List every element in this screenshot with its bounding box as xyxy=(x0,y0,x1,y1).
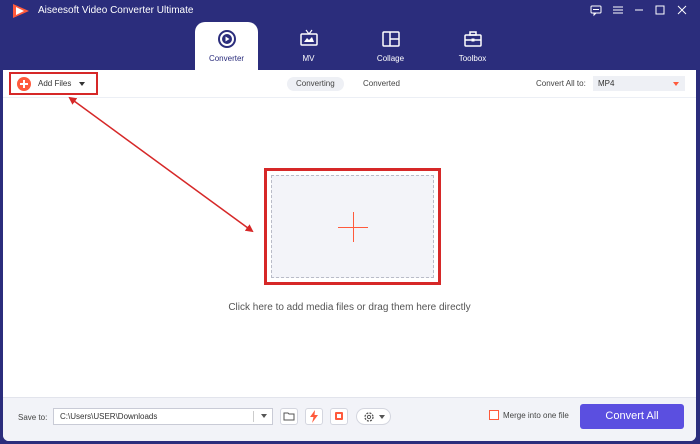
tab-toolbox[interactable]: Toolbox xyxy=(441,22,504,70)
settings-button[interactable] xyxy=(356,408,391,425)
menu-icon[interactable] xyxy=(611,3,625,17)
converter-icon xyxy=(218,30,236,48)
tv-icon xyxy=(300,29,318,46)
save-path-value: C:\Users\USER\Downloads xyxy=(60,412,158,421)
tab-label: MV xyxy=(302,54,315,63)
lightning-off-icon xyxy=(310,410,318,423)
footer-bar: Save to: C:\Users\USER\Downloads Merge i… xyxy=(3,397,696,441)
save-path-select[interactable]: C:\Users\USER\Downloads xyxy=(53,408,273,425)
converter-panel: Add Files Converting Converted Convert A… xyxy=(3,70,696,441)
annotation-arrow xyxy=(68,96,254,233)
save-to-label: Save to: xyxy=(18,413,48,422)
app-logo-icon xyxy=(13,4,29,18)
tab-label: Converter xyxy=(208,54,245,63)
gpu-acceleration-button[interactable] xyxy=(330,408,348,425)
convert-all-button[interactable]: Convert All xyxy=(580,404,684,429)
collage-icon xyxy=(382,31,400,47)
app-title: Aiseesoft Video Converter Ultimate xyxy=(38,5,194,16)
chevron-down-icon[interactable] xyxy=(261,414,267,418)
gpu-off-icon xyxy=(335,412,343,420)
tab-label: Collage xyxy=(376,54,405,63)
toolbox-icon xyxy=(464,31,482,47)
close-icon[interactable] xyxy=(675,3,689,17)
hardware-acceleration-button[interactable] xyxy=(305,408,323,425)
minimize-icon[interactable] xyxy=(632,3,646,17)
tab-collage[interactable]: Collage xyxy=(359,22,422,70)
merge-label[interactable]: Merge into one file xyxy=(503,411,569,420)
maximize-icon[interactable] xyxy=(653,3,667,17)
chevron-down-icon xyxy=(379,415,385,419)
tab-converter[interactable]: Converter xyxy=(195,22,258,70)
tab-label: Toolbox xyxy=(458,54,487,63)
feedback-icon[interactable] xyxy=(589,3,603,17)
open-folder-button[interactable] xyxy=(280,408,298,425)
tab-mv[interactable]: MV xyxy=(277,22,340,70)
merge-checkbox[interactable] xyxy=(489,410,499,420)
folder-icon xyxy=(283,412,295,421)
gear-icon xyxy=(364,412,374,422)
title-bar: Aiseesoft Video Converter Ultimate Conve… xyxy=(0,0,700,70)
divider xyxy=(253,411,254,422)
